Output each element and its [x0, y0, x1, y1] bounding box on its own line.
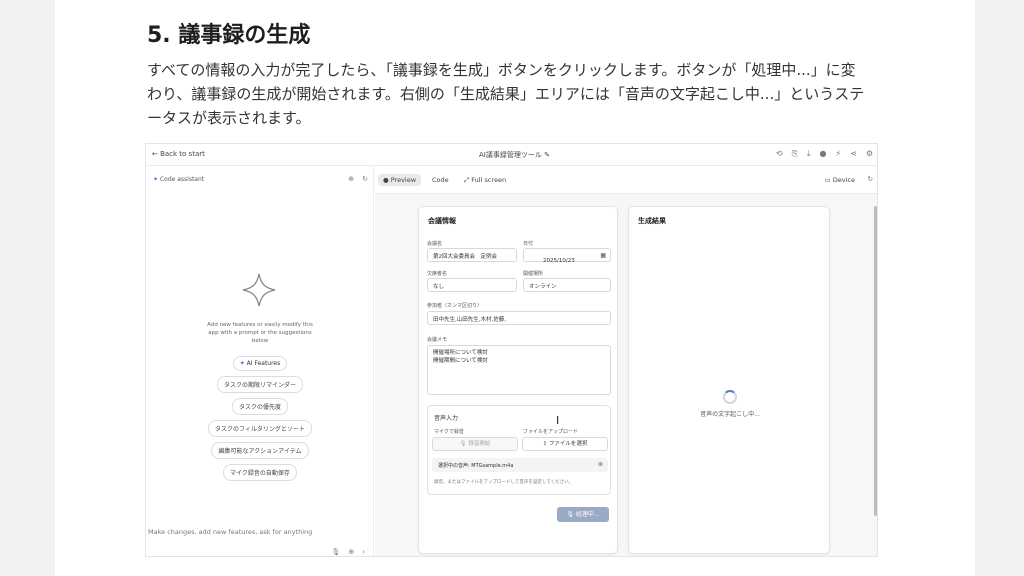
page-title: 5. 議事録の生成	[147, 23, 311, 48]
sparkle-icon	[242, 273, 276, 307]
tab-code[interactable]: Code	[427, 174, 454, 186]
chip-action-items[interactable]: 編集可能なアクションアイテム	[211, 442, 309, 459]
chip-task-filter[interactable]: タスクのフィルタリングとソート	[208, 420, 312, 437]
participants-label: 参加者（カンマ区切り）	[427, 303, 483, 309]
record-start-button[interactable]: 🎙 録音開始	[432, 437, 518, 451]
generate-button[interactable]: 🎙 処理中...	[557, 507, 609, 522]
mic-icon: 🎙	[566, 511, 574, 518]
assistant-icons: ⊕ ↻	[348, 175, 368, 183]
upload-label: ファイルをアップロード	[523, 429, 579, 435]
selected-file: 選択中の音声: MTGsample.m4a ⊗	[432, 458, 608, 472]
assistant-helper-text: Add new features or easily modify this a…	[207, 322, 313, 344]
suggestion-chips: AI Features タスクの期限リマインダー タスクの優先度 タスクのフィル…	[146, 356, 374, 481]
back-to-start-button[interactable]: ← Back to start	[152, 150, 205, 158]
place-input[interactable]: オンライン	[523, 278, 611, 292]
download-icon[interactable]: ⤓	[807, 149, 811, 159]
mic-icon[interactable]: 🎙	[331, 548, 340, 556]
absentee-label: 欠席者名	[427, 271, 448, 277]
refresh-icon[interactable]: ↻	[868, 175, 873, 183]
app-screenshot: ← Back to start AI議事録管理ツール ✎ ⟲ ⎘ ⤓ ● ⚡ ⋖…	[145, 143, 878, 557]
voice-input-section: 音声入力 マイクで録音 ファイルをアップロード 🎙 録音開始 ⇪ ファイルを選択…	[427, 405, 611, 495]
meeting-name-label: 会議名	[427, 241, 443, 247]
chip-task-priority[interactable]: タスクの優先度	[231, 398, 288, 415]
toolbar-icons: ⟲ ⎘ ⤓ ● ⚡ ⋖ ⚙	[776, 149, 873, 159]
device-button[interactable]: ▭ Device	[825, 176, 855, 184]
settings-icon[interactable]: ⚙	[866, 149, 873, 159]
scrollbar[interactable]	[874, 206, 877, 516]
upload-icon: ⇪	[542, 441, 548, 447]
voice-input-title: 音声入力	[434, 415, 459, 422]
github-icon[interactable]: ●	[820, 149, 827, 159]
absentee-input[interactable]: なし	[427, 278, 517, 292]
reload-icon[interactable]: ↻	[362, 175, 368, 183]
memo-textarea[interactable]: 開催場所について検討 開催期間について検討	[427, 345, 611, 395]
sparkle-small-icon: ✦	[153, 176, 159, 183]
add-icon[interactable]: ⊕	[348, 548, 354, 556]
preview-panel: ● Preview Code ⤢ Full screen ▭ Device ↻ …	[375, 166, 877, 556]
result-status: 音声の文字起こし中...	[700, 411, 760, 418]
send-icon[interactable]: ›	[362, 548, 365, 556]
new-chat-icon[interactable]: ⊕	[348, 175, 354, 183]
participants-input[interactable]: 田中先生,山田先生,木村,佐藤,	[427, 311, 611, 325]
chip-ai-features[interactable]: AI Features	[232, 356, 288, 371]
file-select-button[interactable]: ⇪ ファイルを選択	[522, 437, 608, 451]
voice-note: 録音、またはファイルをアップロードして音声を設定してください。	[434, 480, 574, 485]
history-icon[interactable]: ⟲	[776, 149, 783, 159]
text-cursor-icon: I	[556, 414, 560, 427]
place-label: 開催場所	[523, 271, 544, 277]
chip-task-reminder[interactable]: タスクの期限リマインダー	[216, 376, 303, 393]
top-bar: ← Back to start AI議事録管理ツール ✎ ⟲ ⎘ ⤓ ● ⚡ ⋖…	[146, 144, 877, 166]
code-assistant-panel: ✦ Code assistant ⊕ ↻ Add new features or…	[146, 166, 374, 556]
memo-label: 会議メモ	[427, 337, 448, 343]
meeting-info-title: 会議情報	[428, 217, 456, 225]
loading-spinner-icon	[723, 390, 737, 404]
deploy-icon[interactable]: ⚡	[836, 149, 842, 159]
prompt-icons: 🎙 ⊕ ›	[331, 548, 365, 556]
calendar-icon[interactable]: ▦	[600, 252, 606, 259]
meeting-name-input[interactable]: 第2回大会委員会 定例会	[427, 248, 517, 262]
date-input[interactable]: 2025/10/23 ▦	[523, 248, 611, 264]
mic-record-label: マイクで録音	[434, 429, 464, 435]
share-icon[interactable]: ⋖	[850, 149, 857, 159]
code-assistant-label: ✦ Code assistant	[153, 176, 205, 183]
result-title: 生成結果	[638, 217, 666, 225]
app-title[interactable]: AI議事録管理ツール ✎	[479, 150, 550, 160]
tab-fullscreen[interactable]: ⤢ Full screen	[459, 174, 511, 187]
chip-autosave[interactable]: マイク録音の自動保存	[223, 464, 297, 481]
save-icon[interactable]: ⎘	[792, 149, 798, 159]
description-text: すべての情報の入力が完了したら、「議事録を生成」ボタンをクリックします。ボタンが…	[147, 61, 865, 127]
result-card: 生成結果 音声の文字起こし中...	[628, 206, 830, 554]
meeting-info-card: 会議情報 会議名 第2回大会委員会 定例会 日付 2025/10/23 ▦ 欠席…	[418, 206, 618, 554]
mic-icon: 🎙	[459, 441, 467, 447]
remove-file-icon[interactable]: ⊗	[598, 461, 603, 468]
tab-preview[interactable]: ● Preview	[378, 174, 422, 186]
prompt-input[interactable]: Make changes, add new features, ask for …	[148, 528, 312, 536]
preview-tabs: ● Preview Code ⤢ Full screen ▭ Device ↻	[375, 166, 877, 194]
date-label: 日付	[523, 241, 534, 247]
